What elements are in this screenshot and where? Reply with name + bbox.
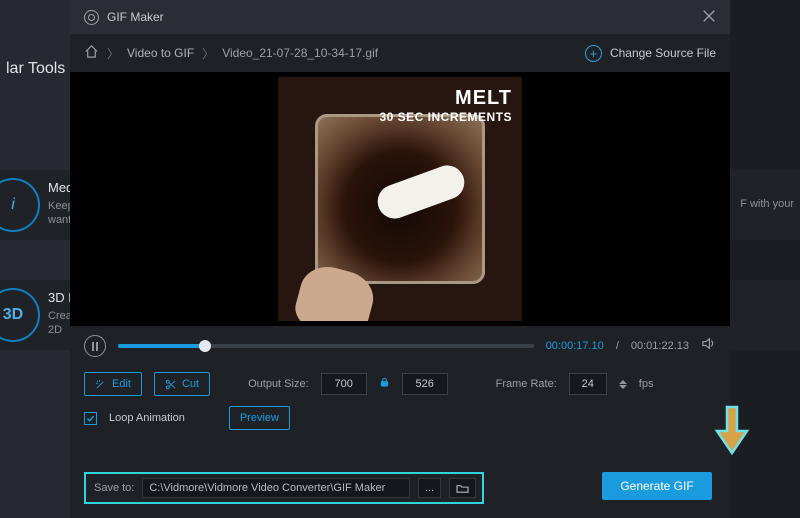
video-stage: MELT 30 SEC INCREMENTS xyxy=(70,72,730,326)
change-source-label: Change Source File xyxy=(610,46,716,60)
chevron-up-icon[interactable] xyxy=(619,380,627,384)
video-overlay-text: MELT xyxy=(379,87,512,110)
video-preview[interactable]: MELT 30 SEC INCREMENTS xyxy=(278,77,522,321)
seek-slider[interactable] xyxy=(118,344,534,348)
chevron-down-icon[interactable] xyxy=(619,385,627,389)
frame-rate-label: Frame Rate: xyxy=(496,378,557,390)
sidebar-header-partial: lar Tools xyxy=(6,60,65,78)
output-height-input[interactable] xyxy=(402,373,448,395)
time-duration: 00:01:22.13 xyxy=(631,340,689,352)
time-sep: / xyxy=(616,340,619,352)
cut-button[interactable]: Cut xyxy=(154,372,210,396)
tile-sub2: want xyxy=(48,214,71,226)
chevron-right-icon: 〉 xyxy=(107,45,119,62)
chevron-right-icon: 〉 xyxy=(202,45,214,62)
time-current: 00:00:17.10 xyxy=(546,340,604,352)
fps-label: fps xyxy=(639,378,654,390)
titlebar: GIF Maker xyxy=(70,0,730,34)
wand-icon xyxy=(95,379,106,390)
browse-more-button[interactable]: ... xyxy=(418,478,441,498)
timeline: 00:00:17.10 / 00:01:22.13 xyxy=(70,326,730,366)
check-icon xyxy=(86,414,95,423)
cut-label: Cut xyxy=(182,378,199,390)
plus-circle-icon: + xyxy=(585,45,602,62)
volume-button[interactable] xyxy=(701,336,716,356)
pause-icon xyxy=(92,342,98,351)
annotation-arrow-icon xyxy=(714,405,750,462)
loop-animation-label: Loop Animation xyxy=(109,412,185,424)
tile-right-text: F with your xyxy=(740,198,794,210)
app-logo-icon xyxy=(84,10,99,25)
info-icon: i xyxy=(0,178,40,232)
play-pause-button[interactable] xyxy=(84,335,106,357)
window-title: GIF Maker xyxy=(107,10,164,24)
edit-button[interactable]: Edit xyxy=(84,372,142,396)
output-size-label: Output Size: xyxy=(248,378,309,390)
generate-gif-button[interactable]: Generate GIF xyxy=(602,472,712,500)
edit-label: Edit xyxy=(112,378,131,390)
frame-rate-input[interactable] xyxy=(569,373,607,395)
loop-animation-checkbox[interactable] xyxy=(84,412,97,425)
video-overlay-text: 30 SEC INCREMENTS xyxy=(379,110,512,124)
save-to-row: Save to: ... xyxy=(84,472,484,504)
save-to-label: Save to: xyxy=(94,482,134,494)
save-path-input[interactable] xyxy=(142,478,409,498)
scissors-icon xyxy=(165,379,176,390)
output-width-input[interactable] xyxy=(321,373,367,395)
breadcrumb-current: Video_21-07-28_10-34-17.gif xyxy=(222,46,378,60)
change-source-button[interactable]: + Change Source File xyxy=(585,45,716,62)
tile-sub: Crea xyxy=(48,310,72,322)
gif-maker-modal: GIF Maker 〉 Video to GIF 〉 Video_21-07-2… xyxy=(70,0,730,518)
preview-label: Preview xyxy=(240,412,279,424)
open-folder-button[interactable] xyxy=(449,478,476,498)
preview-button[interactable]: Preview xyxy=(229,406,290,430)
breadcrumb: 〉 Video to GIF 〉 Video_21-07-28_10-34-17… xyxy=(70,34,730,72)
breadcrumb-root[interactable]: Video to GIF xyxy=(127,46,194,60)
frame-rate-stepper[interactable] xyxy=(619,380,627,389)
close-button[interactable] xyxy=(702,9,716,26)
home-icon[interactable] xyxy=(84,44,99,62)
lock-aspect-toggle[interactable] xyxy=(379,375,390,393)
folder-icon xyxy=(456,483,469,494)
3d-icon: 3D xyxy=(0,288,40,342)
tile-sub2: 2D xyxy=(48,324,62,336)
seek-knob[interactable] xyxy=(199,340,211,352)
